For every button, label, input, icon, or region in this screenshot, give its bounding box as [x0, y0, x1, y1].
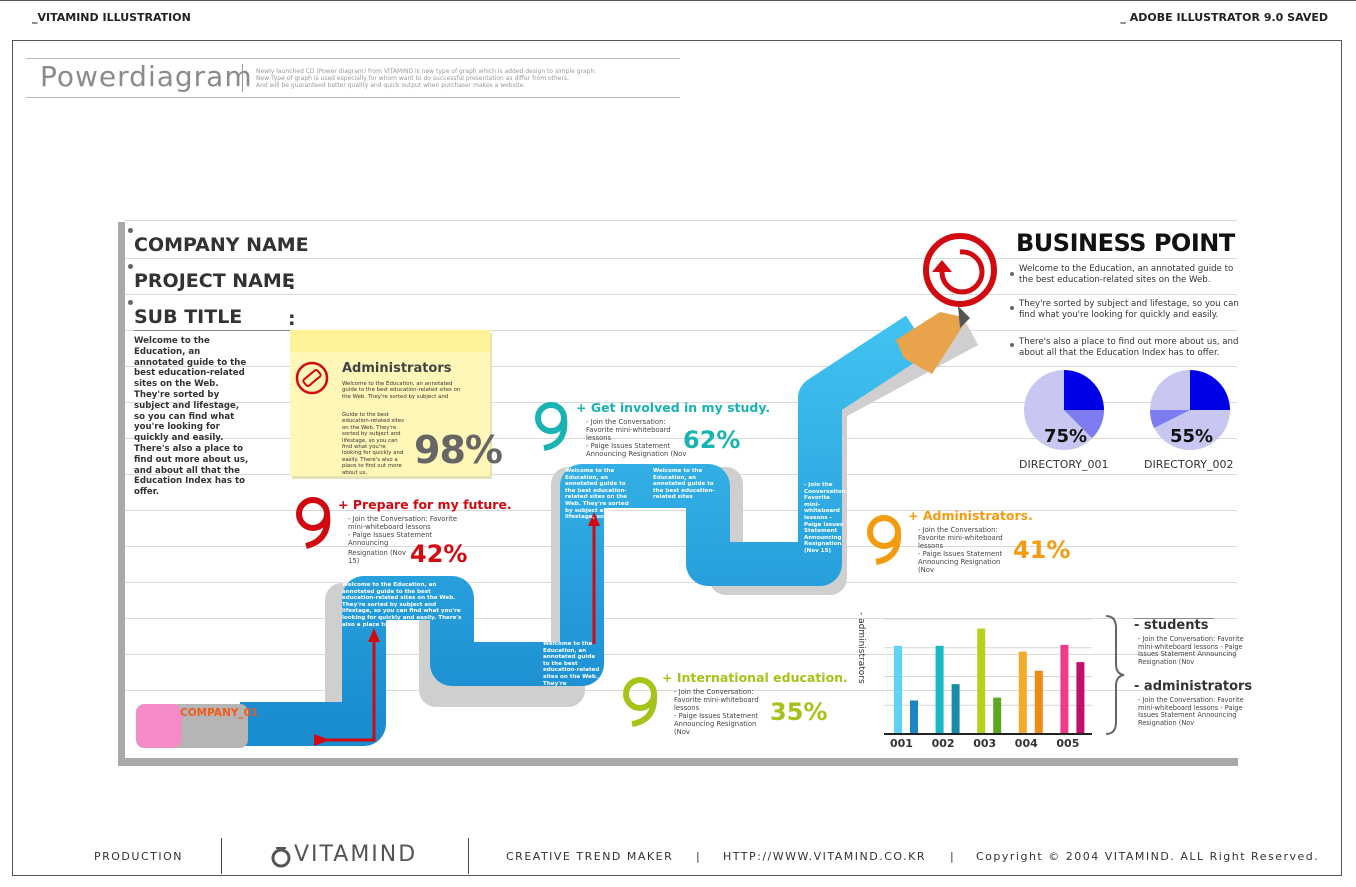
step-4-sub2: - Paige Issues Statement Announcing Resi… [918, 550, 1003, 574]
bar-004-2 [1034, 670, 1043, 734]
step-1-hook-icon [296, 497, 331, 549]
step-2-sub1: - Join the Conversation: Favorite mini-w… [586, 418, 671, 442]
business-point-title: BUSINESS POINT [1016, 229, 1235, 257]
step-3-sub2: - Paige Issues Statement Announcing Resi… [674, 712, 759, 736]
step-3-sub1: - Join the Conversation: Favorite mini-w… [674, 688, 759, 712]
footer-sep: | [950, 850, 956, 863]
step-3-title: + International education. [662, 670, 848, 685]
step-4-title: + Administrators. [908, 508, 1033, 523]
bar-x-label: 005 [1056, 737, 1080, 750]
footer-url[interactable]: HTTP://WWW.VITAMIND.CO.KR [723, 850, 926, 863]
bar-002-2 [951, 684, 960, 734]
business-item-3: There's also a place to find out more ab… [1019, 337, 1239, 358]
footer-production: PRODUCTION [94, 850, 183, 863]
bp-dot [1010, 272, 1014, 276]
bar-ylabel: - administrators [856, 612, 866, 684]
pencil-text-5: - Join the Conversation: Favorite mini-w… [804, 482, 848, 554]
pie-1-label: DIRECTORY_001 [1019, 458, 1109, 471]
legend-admins: - administrators [1134, 679, 1253, 694]
bp-dot [1010, 306, 1014, 310]
bar-x-label: 002 [931, 737, 955, 750]
footer-divider [221, 838, 222, 874]
step-4-sub: - Join the Conversation: Favorite mini-w… [918, 526, 1018, 574]
pencil-text-3: Welcome to the Education, an annotated g… [565, 468, 629, 521]
vitamind-logo-icon [271, 847, 291, 868]
bp-dot [1010, 343, 1014, 347]
pencil-text-1: Welcome to the Education, an annotated g… [342, 582, 462, 628]
footer-brand: VITAMIND [294, 842, 418, 867]
bar-chart [884, 618, 1092, 735]
legend-students: - students [1134, 618, 1209, 633]
step-1-percent: 42% [410, 540, 468, 568]
bar-x-label: 003 [973, 737, 997, 750]
pie-2-label: DIRECTORY_002 [1144, 458, 1234, 471]
footer-tagline: CREATIVE TREND MAKER [506, 850, 674, 863]
bar-x-label: 001 [890, 737, 913, 750]
pie-charts [1024, 370, 1230, 450]
step-2-sub: - Join the Conversation: Favorite mini-w… [586, 418, 690, 458]
step-2-sub2: - Paige Issues Statement Announcing Resi… [586, 442, 687, 458]
pencil-company-label: COMPANY_01 [180, 707, 259, 719]
bar-005-1 [1060, 644, 1069, 734]
step-4-sub1: - Join the Conversation: Favorite mini-w… [918, 526, 1003, 550]
legend-admins-sub: - Join the Conversation: Favorite mini-w… [1138, 696, 1244, 727]
pie-2-percent: 55% [1170, 426, 1214, 447]
legend-students-sub: - Join the Conversation: Favorite mini-w… [1138, 635, 1244, 666]
business-item-1: Welcome to the Education, an annotated g… [1019, 264, 1234, 285]
legend-brace-icon [1105, 615, 1125, 735]
step-2-percent: 62% [683, 426, 741, 454]
footer-copyright: Copyright © 2004 VITAMIND. ALL Right Res… [976, 850, 1320, 863]
step-1-sub3: Resignation (Nov 15) [348, 549, 406, 565]
pencil-text-2: Welcome to the Education, an annotated g… [543, 641, 600, 687]
step-3-hook-icon [623, 677, 658, 727]
step-3-percent: 35% [770, 698, 828, 726]
step-1-sub1: - Join the Conversation: Favorite mini-w… [348, 515, 457, 531]
bar-002-1 [935, 645, 944, 734]
bar-001-2 [910, 700, 918, 734]
business-arrow-head [932, 260, 952, 272]
step-1-title: + Prepare for my future. [338, 497, 512, 512]
bar-004-1 [1018, 651, 1027, 734]
bar-x-label: 004 [1014, 737, 1038, 750]
pencil-text-4: Welcome to the Education, an annotated g… [653, 468, 715, 501]
bar-001-1 [894, 645, 902, 734]
footer-divider [468, 838, 469, 874]
step-2-title: + Get involved in my study. [576, 400, 771, 415]
business-item-2: They're sorted by subject and lifestage,… [1019, 299, 1239, 320]
bar-003-1 [977, 628, 986, 734]
step-4-hook-icon [867, 515, 902, 565]
bar-003-2 [993, 697, 1002, 734]
footer: PRODUCTION VITAMIND CREATIVE TREND MAKER… [0, 836, 1356, 876]
pencil-eraser [136, 704, 182, 748]
step-4-percent: 41% [1013, 536, 1071, 564]
step-2-hook-icon [535, 402, 568, 451]
step-3-sub: - Join the Conversation: Favorite mini-w… [674, 688, 774, 736]
bar-005-2 [1076, 662, 1085, 734]
pie-1-percent: 75% [1044, 426, 1088, 447]
footer-sep: | [696, 850, 702, 863]
